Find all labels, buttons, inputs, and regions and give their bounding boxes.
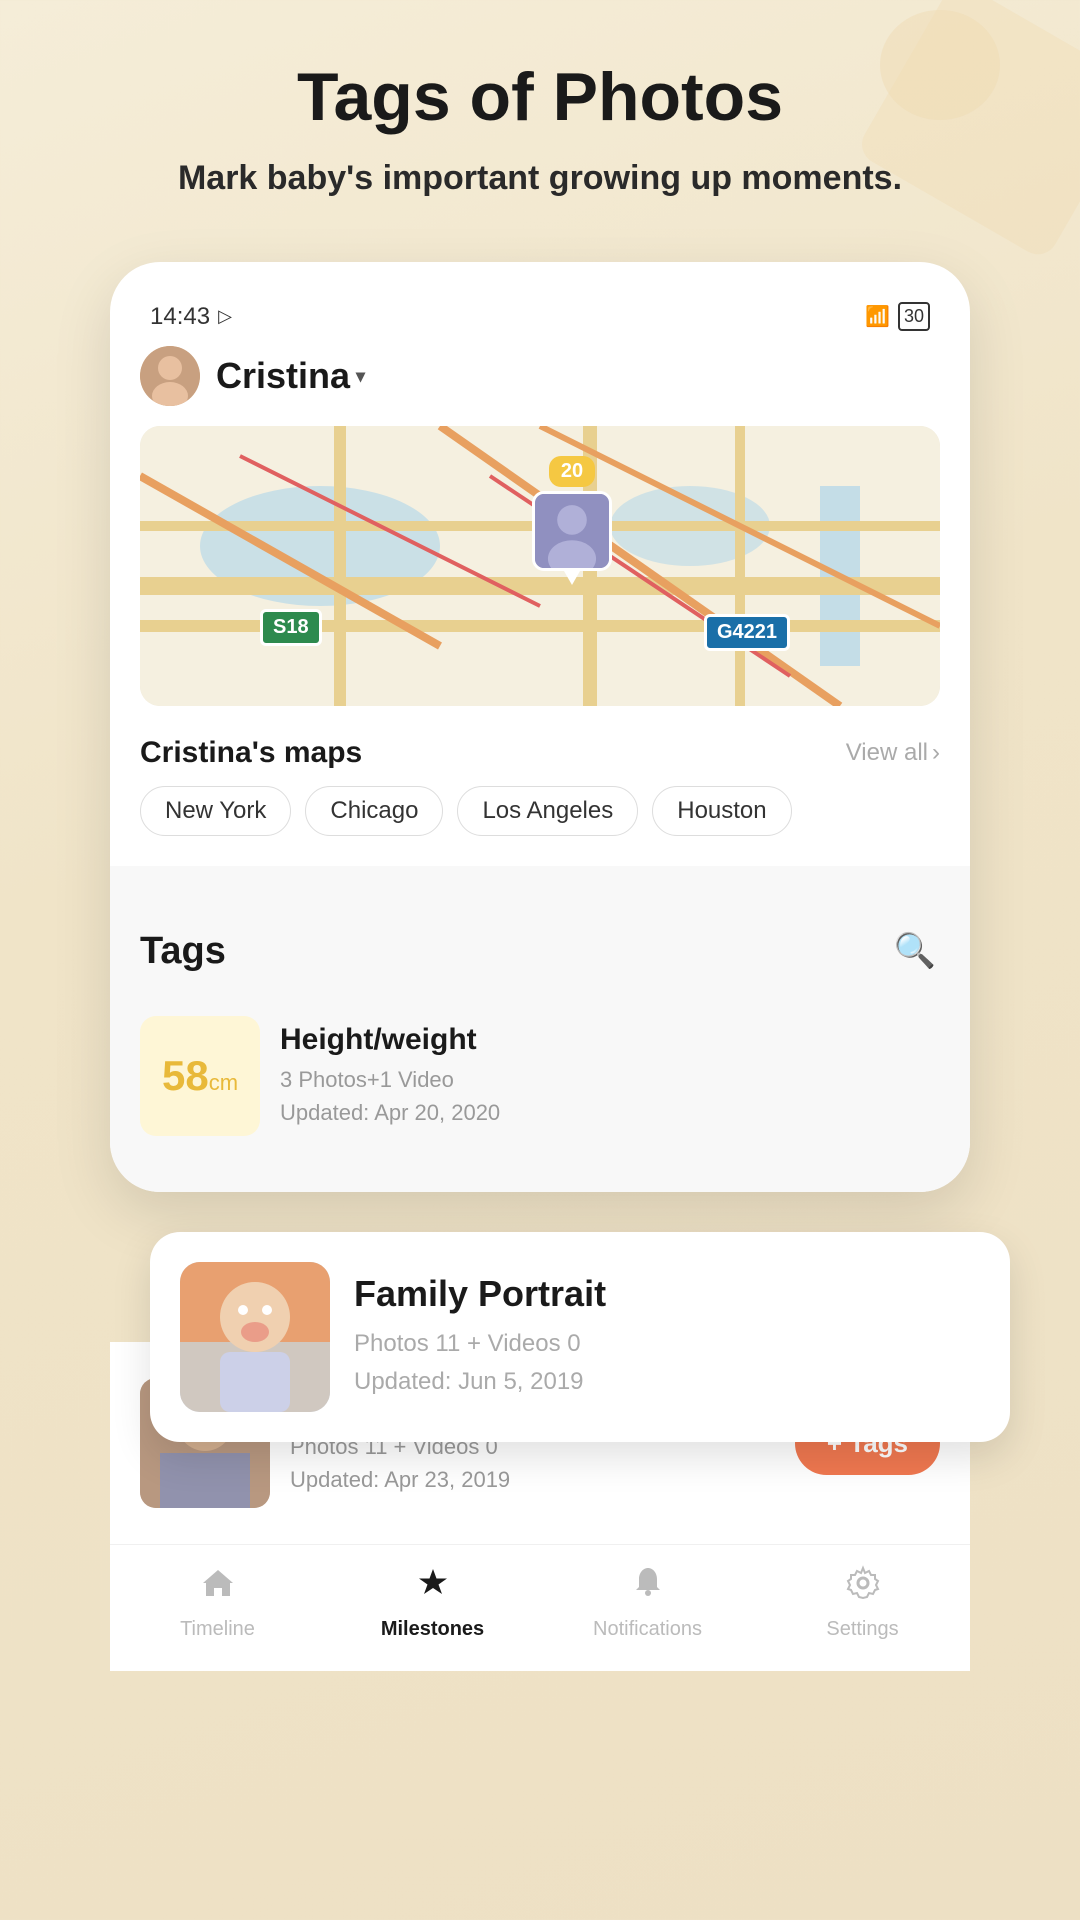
- bottom-navigation: Timeline Milestones: [110, 1544, 970, 1671]
- tags-title: Tags: [140, 930, 226, 973]
- map-photo-badge: 20: [532, 456, 612, 585]
- tags-section: Tags 🔍 58 cm Height/weight: [140, 896, 940, 1172]
- city-chips: New York Chicago Los Angeles Houston: [140, 786, 940, 836]
- star-icon: [415, 1565, 451, 1610]
- city-chip-3[interactable]: Houston: [652, 786, 791, 836]
- tag-info-height: Height/weight 3 Photos+1 Video Updated: …: [280, 1023, 940, 1129]
- signal-icon: 📶: [865, 304, 890, 329]
- search-button[interactable]: 🔍: [890, 926, 940, 976]
- tag-thumbnail-height: 58 cm: [140, 1016, 260, 1136]
- map-pin: [564, 571, 580, 585]
- photo-count: 20: [549, 456, 595, 487]
- map-photo-thumbnail: [532, 491, 612, 571]
- battery-icon: 30: [898, 302, 930, 331]
- road-sign-g4221: G4221: [704, 614, 790, 651]
- nav-label-timeline: Timeline: [180, 1618, 255, 1641]
- view-all-button[interactable]: View all ›: [846, 739, 940, 767]
- bell-icon: [630, 1565, 666, 1610]
- user-name-label[interactable]: Cristina ▾: [216, 355, 365, 397]
- floating-info: Family Portrait Photos 11 + Videos 0 Upd…: [354, 1273, 980, 1402]
- bg-decoration-2: [880, 10, 1000, 120]
- floating-card: Family Portrait Photos 11 + Videos 0 Upd…: [150, 1232, 1010, 1442]
- city-chip-1[interactable]: Chicago: [305, 786, 443, 836]
- city-chip-0[interactable]: New York: [140, 786, 291, 836]
- city-chip-2[interactable]: Los Angeles: [457, 786, 638, 836]
- play-icon: ▷: [218, 306, 232, 327]
- home-icon: [200, 1565, 236, 1610]
- page-title: Tags of Photos: [297, 60, 783, 135]
- status-icons: 📶 30: [865, 302, 930, 331]
- status-bar: 14:43 ▷ 📶 30: [140, 292, 940, 346]
- avatar: [140, 346, 200, 406]
- phone-mockup: 14:43 ▷ 📶 30: [110, 262, 970, 1671]
- nav-item-settings[interactable]: Settings: [755, 1565, 970, 1641]
- settings-icon: [845, 1565, 881, 1610]
- nav-item-timeline[interactable]: Timeline: [110, 1565, 325, 1641]
- status-time: 14:43 ▷: [150, 303, 232, 331]
- user-header[interactable]: Cristina ▾: [140, 346, 940, 406]
- nav-label-settings: Settings: [826, 1618, 898, 1641]
- tags-header: Tags 🔍: [140, 926, 940, 976]
- road-sign-s18: S18: [260, 609, 322, 646]
- nav-label-notifications: Notifications: [593, 1618, 702, 1641]
- nav-label-milestones: Milestones: [381, 1618, 484, 1641]
- chevron-right-icon: ›: [932, 739, 940, 767]
- map-container[interactable]: S18 G4221 20: [140, 426, 940, 706]
- maps-title: Cristina's maps: [140, 736, 362, 770]
- page-subtitle: Mark baby's important growing up moments…: [178, 155, 902, 203]
- maps-section: Cristina's maps View all › New York Chic…: [140, 726, 940, 846]
- tag-item-height: 58 cm Height/weight 3 Photos+1 Video Upd…: [140, 1000, 940, 1152]
- dropdown-arrow-icon: ▾: [356, 366, 365, 387]
- maps-header: Cristina's maps View all ›: [140, 736, 940, 770]
- floating-photo-thumbnail: [180, 1262, 330, 1412]
- nav-item-milestones[interactable]: Milestones: [325, 1565, 540, 1641]
- nav-item-notifications[interactable]: Notifications: [540, 1565, 755, 1641]
